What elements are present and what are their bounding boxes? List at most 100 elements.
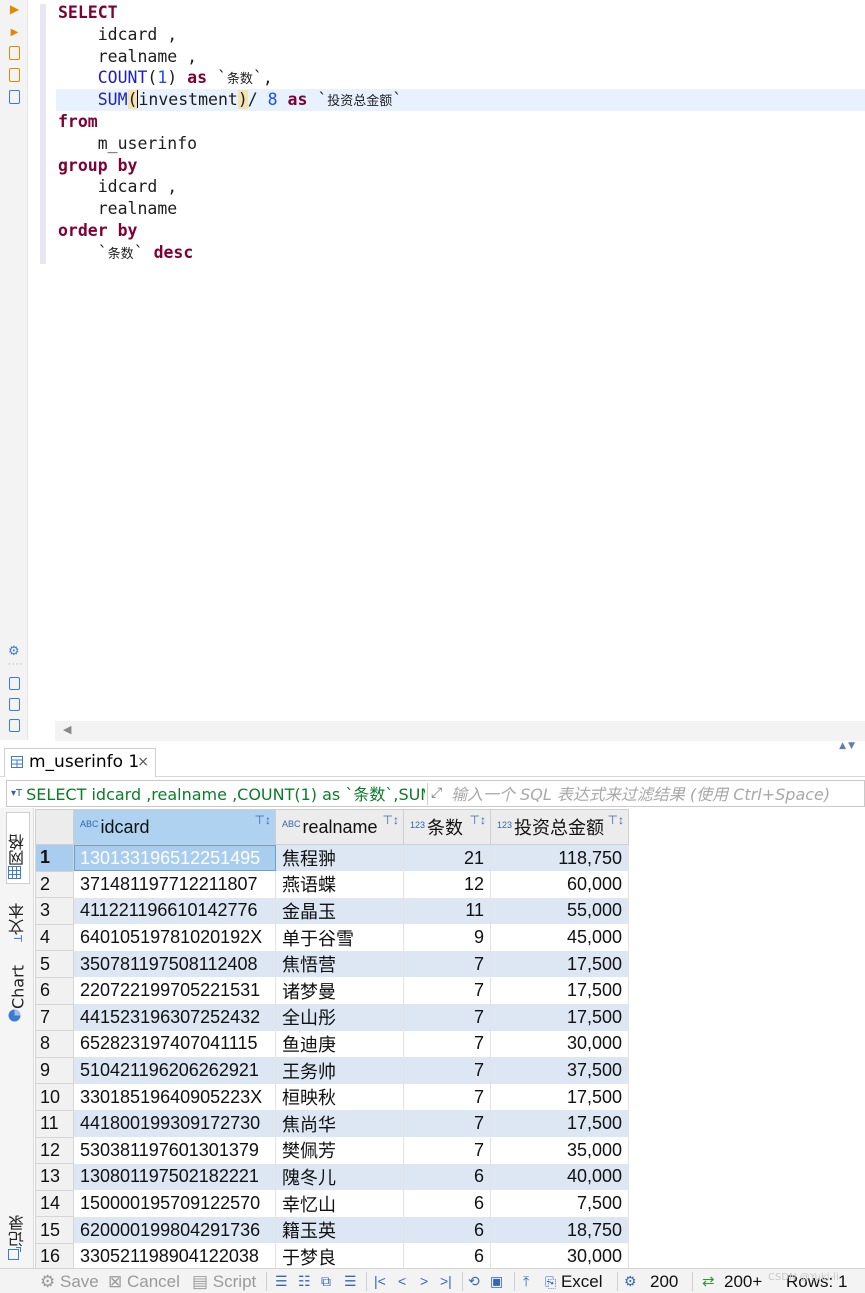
cell-text[interactable]: 焦尚华 xyxy=(275,1110,404,1138)
cell-number[interactable]: 17,500 xyxy=(490,1004,629,1031)
column-header-idcard[interactable]: ABC idcard ⊤↕ xyxy=(73,809,276,845)
cell-number[interactable]: 6 xyxy=(403,1216,491,1244)
result-tab[interactable]: m_userinfo 1 × xyxy=(4,748,156,777)
cell-number[interactable]: 7 xyxy=(403,1110,491,1138)
row-number[interactable]: 14 xyxy=(35,1190,74,1218)
code-line[interactable]: realname , xyxy=(58,46,402,68)
add-row-icon[interactable]: ☷ xyxy=(298,1270,311,1293)
sort-filter-icon[interactable]: ⊤↕ xyxy=(470,813,486,827)
row-number[interactable]: 7 xyxy=(35,1004,74,1032)
table-row[interactable]: 10 33018519640905223X 桓映秋 7 17,500 xyxy=(35,1083,629,1111)
cell-text[interactable]: 330521198904122038 xyxy=(73,1243,276,1269)
cell-number[interactable]: 30,000 xyxy=(490,1030,629,1058)
cell-text[interactable]: 焦程翀 xyxy=(275,844,404,872)
cell-text[interactable]: 441800199309172730 xyxy=(73,1110,276,1138)
sql-code[interactable]: SELECT idcard , realname , COUNT(1) as `… xyxy=(55,2,865,264)
cell-number[interactable]: 7 xyxy=(403,950,491,978)
row-number-header[interactable] xyxy=(35,809,74,845)
settings-gear-icon[interactable]: ⚙ xyxy=(8,644,24,660)
fetch-more-icon[interactable]: ⇄ xyxy=(702,1270,715,1293)
cell-number[interactable]: 55,000 xyxy=(490,897,629,925)
cell-text[interactable]: 350781197508112408 xyxy=(73,950,276,978)
filter-input[interactable] xyxy=(451,782,861,806)
column-header-realname[interactable]: ABC realname ⊤↕ xyxy=(275,809,404,845)
cell-number[interactable]: 7 xyxy=(403,1030,491,1058)
script-button[interactable]: ▤ Script xyxy=(192,1270,256,1293)
cell-text[interactable]: 金晶玉 xyxy=(275,897,404,925)
cell-text[interactable]: 樊佩芳 xyxy=(275,1137,404,1164)
cell-text[interactable]: 150000195709122570 xyxy=(73,1190,276,1217)
cell-number[interactable]: 17,500 xyxy=(490,950,629,978)
cell-number[interactable]: 11 xyxy=(403,897,491,925)
cell-text[interactable]: 530381197601301379 xyxy=(73,1137,276,1164)
last-page-icon[interactable]: >| xyxy=(440,1270,452,1293)
sort-filter-icon[interactable]: ⊤↕ xyxy=(383,813,399,827)
row-number[interactable]: 8 xyxy=(35,1030,74,1058)
cell-number[interactable]: 45,000 xyxy=(490,924,629,951)
code-line[interactable]: idcard , xyxy=(58,176,402,198)
sort-filter-icon[interactable]: ⊤↕ xyxy=(255,813,271,827)
cell-text[interactable]: 隗冬儿 xyxy=(275,1163,404,1191)
cell-text[interactable]: 371481197712211807 xyxy=(73,871,276,898)
copy-row-icon[interactable]: ⧉ xyxy=(321,1270,331,1293)
next-page-icon[interactable]: > xyxy=(420,1270,428,1293)
table-row[interactable]: 5 350781197508112408 焦悟营 7 17,500 xyxy=(35,950,629,978)
row-number[interactable]: 6 xyxy=(35,977,74,1005)
table-row[interactable]: 7 441523196307252432 全山彤 7 17,500 xyxy=(35,1004,629,1032)
table-row[interactable]: 16 330521198904122038 于梦良 6 30,000 xyxy=(35,1243,629,1269)
table-row[interactable]: 9 510421196206262921 王务帅 7 37,500 xyxy=(35,1057,629,1085)
code-line[interactable]: group by xyxy=(58,155,402,177)
save-button[interactable]: ⚙ Save xyxy=(40,1270,99,1293)
cell-number[interactable]: 6 xyxy=(403,1163,491,1191)
tab-close-icon[interactable]: × xyxy=(137,749,149,776)
cell-text[interactable]: 桓映秋 xyxy=(275,1083,404,1111)
result-grid[interactable]: ABC idcard ⊤↕ ABC realname ⊤↕ 123 条数 ⊤↕ 123 投资总… xyxy=(35,809,865,1269)
cell-text[interactable]: 焦悟营 xyxy=(275,950,404,978)
expand-filter-icon[interactable]: ⤢ xyxy=(431,781,442,805)
side-tab-records[interactable]: 记录 xyxy=(6,1206,30,1264)
cell-text[interactable]: 籍玉英 xyxy=(275,1216,404,1244)
column-header-total-investment[interactable]: 123 投资总金额 ⊤↕ xyxy=(490,809,629,845)
sort-filter-icon[interactable]: ⊤↕ xyxy=(608,813,624,827)
panels-icon[interactable]: ▣ xyxy=(490,1270,503,1293)
code-line[interactable]: order by xyxy=(58,220,402,242)
code-line[interactable]: m_userinfo xyxy=(58,133,402,155)
cell-text[interactable]: 220722199705221531 xyxy=(73,977,276,1005)
cell-text[interactable]: 441523196307252432 xyxy=(73,1004,276,1031)
column-header-count[interactable]: 123 条数 ⊤↕ xyxy=(403,809,491,845)
cell-text[interactable]: 全山彤 xyxy=(275,1004,404,1031)
cell-number[interactable]: 17,500 xyxy=(490,1083,629,1111)
edit-row-icon[interactable]: ☰ xyxy=(275,1270,288,1293)
code-line[interactable]: COUNT(1) as `条数`, xyxy=(58,67,402,89)
fetch-settings-icon[interactable]: ⚙ xyxy=(624,1270,637,1293)
cell-number[interactable]: 6 xyxy=(403,1190,491,1217)
row-number[interactable]: 4 xyxy=(35,924,74,952)
row-number[interactable]: 13 xyxy=(35,1163,74,1191)
table-row[interactable]: 12 530381197601301379 樊佩芳 7 35,000 xyxy=(35,1137,629,1165)
cell-number[interactable]: 12 xyxy=(403,871,491,898)
table-row[interactable]: 11 441800199309172730 焦尚华 7 17,500 xyxy=(35,1110,629,1138)
row-number[interactable]: 5 xyxy=(35,950,74,978)
code-line[interactable]: realname xyxy=(58,198,402,220)
cell-text[interactable]: 33018519640905223X xyxy=(73,1083,276,1111)
cell-number[interactable]: 17,500 xyxy=(490,1110,629,1138)
cell-number[interactable]: 9 xyxy=(403,924,491,951)
cell-number[interactable]: 7 xyxy=(403,977,491,1005)
cancel-button[interactable]: ⊠ Cancel xyxy=(108,1270,180,1293)
row-number[interactable]: 15 xyxy=(35,1216,74,1244)
cell-text[interactable]: 王务帅 xyxy=(275,1057,404,1084)
cell-text[interactable]: 诸梦曼 xyxy=(275,977,404,1005)
row-number[interactable]: 12 xyxy=(35,1137,74,1165)
table-row[interactable]: 1 130133196512251495 焦程翀 21 118,750 xyxy=(35,844,629,872)
cell-number[interactable]: 21 xyxy=(403,844,491,872)
side-tab-chart[interactable]: Chart xyxy=(6,958,30,1026)
sql-editor[interactable]: ▶ ▶ SELECT idcard , realname , COUNT(1) … xyxy=(0,0,865,741)
table-row[interactable]: 4 64010519781020192X 单于谷雪 9 45,000 xyxy=(35,924,629,952)
table-row[interactable]: 6 220722199705221531 诸梦曼 7 17,500 xyxy=(35,977,629,1005)
execute-script-icon[interactable] xyxy=(9,46,20,60)
first-page-icon[interactable]: |< xyxy=(374,1270,386,1293)
cell-number[interactable]: 30,000 xyxy=(490,1243,629,1269)
cell-text[interactable]: 幸忆山 xyxy=(275,1190,404,1217)
cell-text[interactable]: 燕语蝶 xyxy=(275,871,404,898)
table-row[interactable]: 15 620000199804291736 籍玉英 6 18,750 xyxy=(35,1216,629,1244)
